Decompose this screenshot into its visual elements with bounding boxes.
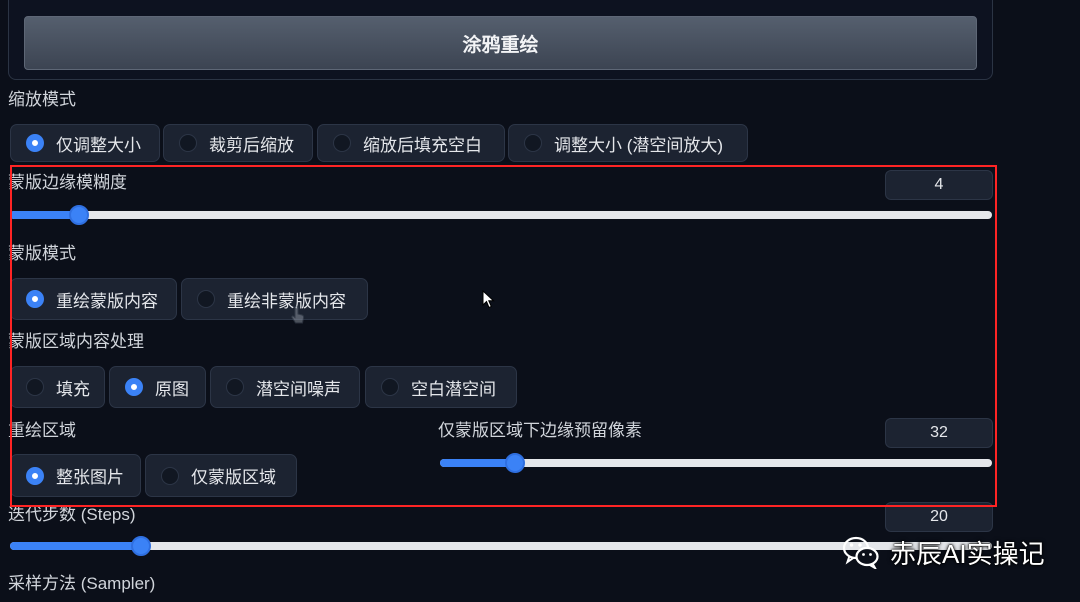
masked-content-option-latent-noise[interactable]: 潜空间噪声 — [210, 366, 360, 408]
mask-mode-option-inpaint-masked[interactable]: 重绘蒙版内容 — [10, 278, 177, 320]
option-label: 原图 — [155, 379, 189, 399]
radio-indicator — [125, 378, 143, 396]
option-label: 重绘非蒙版内容 — [227, 291, 346, 311]
inpaint-area-option-only-masked[interactable]: 仅蒙版区域 — [145, 454, 297, 497]
only-masked-padding-label: 仅蒙版区域下边缘预留像素 — [438, 421, 642, 440]
option-label: 空白潜空间 — [411, 379, 496, 399]
inpaint-sketch-button[interactable]: 涂鸦重绘 — [24, 16, 977, 70]
inpaint-area-label: 重绘区域 — [8, 421, 76, 440]
option-label: 仅蒙版区域 — [191, 468, 276, 487]
resize-mode-option-resize-fill[interactable]: 缩放后填充空白 — [317, 124, 505, 162]
radio-indicator — [26, 290, 44, 308]
radio-indicator — [197, 290, 215, 308]
resize-mode-option-just-resize[interactable]: 仅调整大小 — [10, 124, 160, 162]
mask-mode-label: 蒙版模式 — [8, 244, 76, 263]
mask-blur-slider[interactable] — [10, 205, 992, 225]
radio-indicator — [524, 134, 542, 152]
mask-blur-number-input[interactable] — [885, 170, 993, 200]
masked-content-option-fill[interactable]: 填充 — [10, 366, 105, 408]
mouse-pointer-icon — [482, 290, 495, 309]
resize-mode-option-crop-resize[interactable]: 裁剪后缩放 — [163, 124, 313, 162]
mask-mode-option-inpaint-not-masked[interactable]: 重绘非蒙版内容 — [181, 278, 368, 320]
radio-indicator — [26, 134, 44, 152]
option-label: 整张图片 — [56, 468, 124, 487]
watermark-text: 赤辰AI实操记 — [890, 538, 1045, 569]
masked-content-label: 蒙版区域内容处理 — [8, 332, 144, 351]
slider-thumb[interactable] — [505, 453, 526, 473]
radio-indicator — [333, 134, 351, 152]
sampling-steps-number-input[interactable] — [885, 502, 993, 532]
radio-indicator — [381, 378, 399, 396]
option-label: 重绘蒙版内容 — [56, 291, 158, 311]
slider-thumb[interactable] — [68, 205, 89, 225]
option-label: 填充 — [56, 379, 90, 399]
slider-fill — [10, 542, 141, 550]
mask-blur-label: 蒙版边缘模糊度 — [8, 173, 127, 192]
option-label: 仅调整大小 — [56, 135, 141, 155]
masked-content-option-latent-nothing[interactable]: 空白潜空间 — [365, 366, 517, 408]
radio-indicator — [26, 378, 44, 396]
hand-cursor-icon — [291, 305, 305, 324]
option-label: 裁剪后缩放 — [209, 135, 294, 155]
option-label: 潜空间噪声 — [256, 379, 341, 399]
radio-indicator — [179, 134, 197, 152]
wechat-icon — [842, 536, 879, 569]
sampling-steps-label: 迭代步数 (Steps) — [8, 505, 136, 524]
radio-indicator — [226, 378, 244, 396]
slider-thumb[interactable] — [130, 536, 151, 556]
radio-indicator — [26, 466, 44, 485]
slider-fill — [440, 459, 516, 467]
only-masked-padding-slider[interactable] — [440, 453, 992, 473]
only-masked-padding-number-input[interactable] — [885, 418, 993, 448]
inpaint-area-option-whole-picture[interactable]: 整张图片 — [10, 454, 141, 497]
resize-mode-option-latent-upscale[interactable]: 调整大小 (潜空间放大) — [508, 124, 748, 162]
masked-content-option-original[interactable]: 原图 — [109, 366, 206, 408]
option-label: 调整大小 (潜空间放大) — [554, 135, 724, 155]
resize-mode-label: 缩放模式 — [8, 90, 76, 109]
option-label: 缩放后填充空白 — [363, 135, 482, 155]
watermark: 赤辰AI实操记 — [842, 532, 1045, 572]
radio-indicator — [161, 466, 179, 485]
sampling-method-label: 采样方法 (Sampler) — [8, 574, 156, 593]
